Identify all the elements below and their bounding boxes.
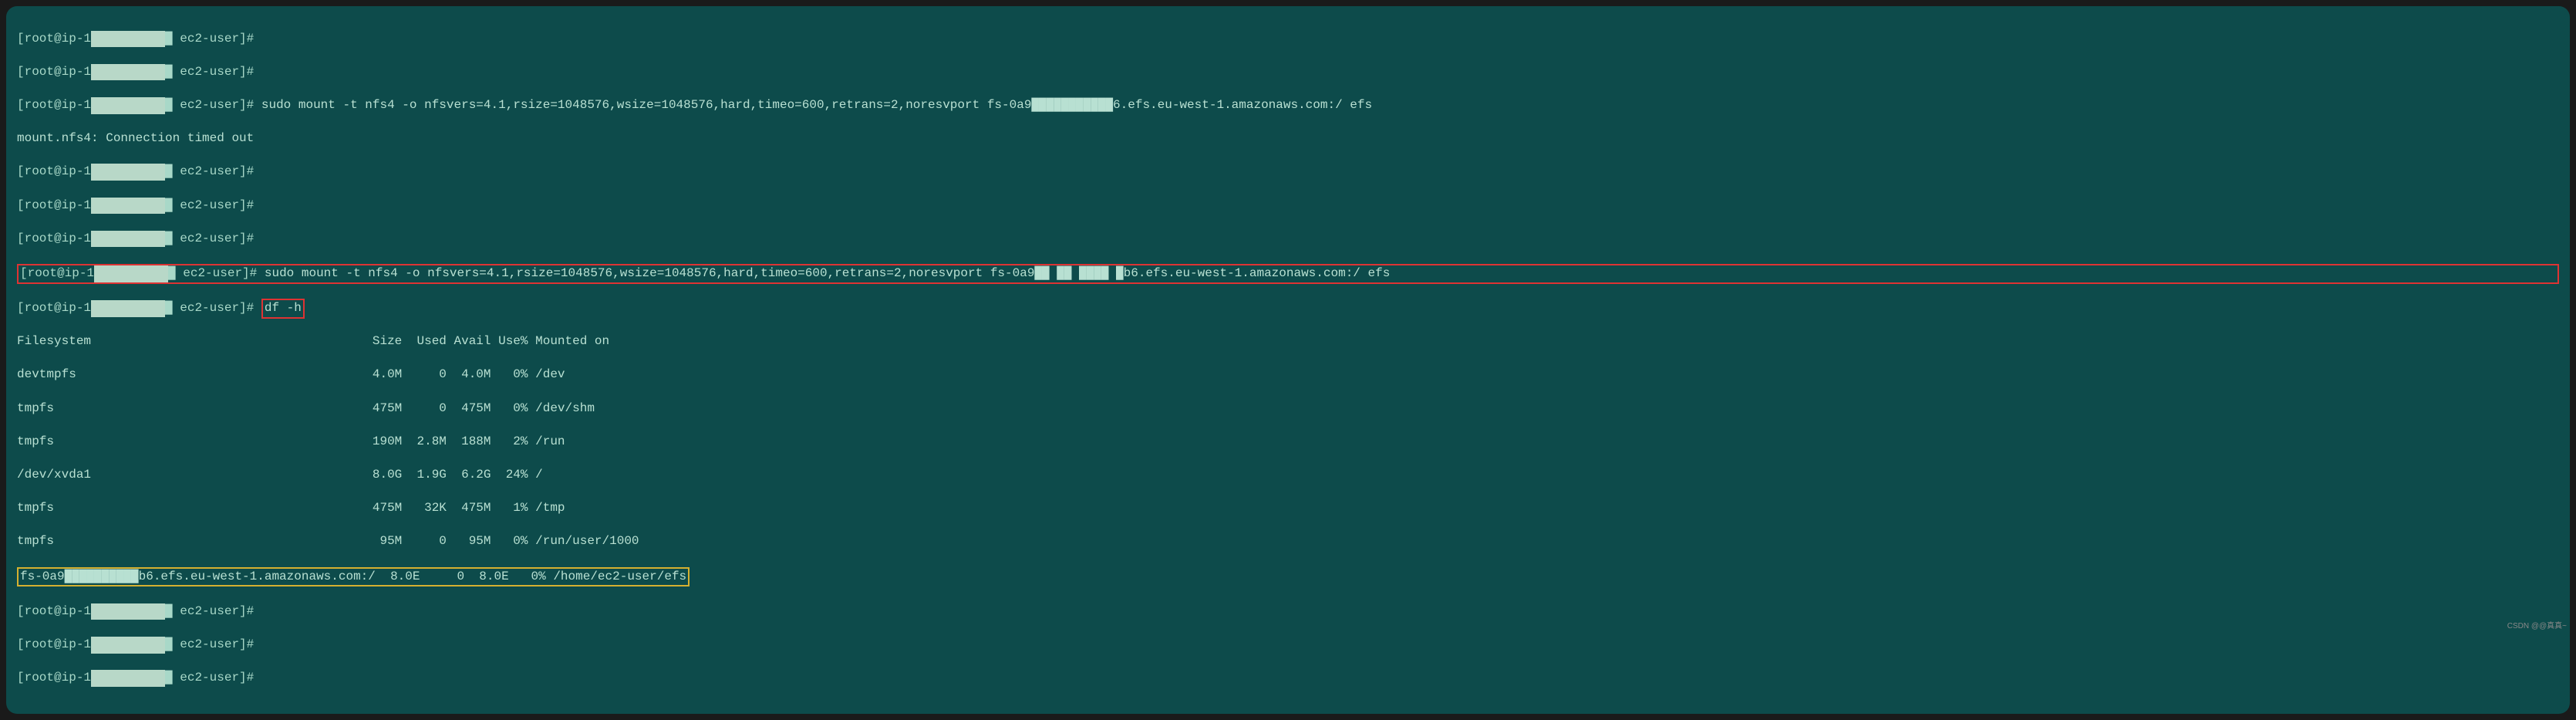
redacted-ip: xx xx x xx: [94, 265, 168, 282]
terminal-output[interactable]: [root@ip-1xx xx x xx█ ec2-user]# [root@i…: [6, 6, 2570, 714]
redacted-ip: xx xx x xx: [91, 603, 165, 620]
watermark-text: CSDN @@真真~: [2507, 621, 2567, 632]
df-row: /dev/xvda1 8.0G 1.9G 6.2G 24% /: [17, 467, 2559, 484]
prompt-line: [root@ip-1xx xx x xx█ ec2-user]#: [17, 64, 2559, 81]
mount-command-1: sudo mount -t nfs4 -o nfsvers=4.1,rsize=…: [261, 98, 1372, 112]
mount-command-2: sudo mount -t nfs4 -o nfsvers=4.1,rsize=…: [265, 266, 1390, 280]
df-row: tmpfs 190M 2.8M 188M 2% /run: [17, 434, 2559, 451]
prompt-line: [root@ip-1xx xx x xx█ ec2-user]#: [17, 198, 2559, 215]
redacted-ip: xx xx x xx: [91, 637, 165, 654]
redacted-ip: xx xx x xx: [91, 231, 165, 248]
redacted-ip: xx xx x xx: [91, 300, 165, 317]
prompt-line: [root@ip-1xx xx x xx█ ec2-user]#: [17, 637, 2559, 654]
shell-prompt: [root@ip-1: [17, 32, 91, 46]
redacted-ip: xx xx x xx: [91, 31, 165, 48]
prompt-line-df: [root@ip-1xx xx x xx█ ec2-user]# df -h: [17, 300, 2559, 317]
prompt-line: [root@ip-1xx xx x xx█ ec2-user]#: [17, 670, 2559, 687]
redacted-ip: xx xx x xx: [91, 670, 165, 687]
redacted-ip: xx xx x xx: [91, 198, 165, 215]
df-header: Filesystem Size Used Avail Use% Mounted …: [17, 333, 2559, 350]
error-output: mount.nfs4: Connection timed out: [17, 130, 2559, 147]
highlighted-mount-command: [root@ip-1xx xx x xx█ ec2-user]# sudo mo…: [17, 264, 2559, 284]
df-row: tmpfs 475M 32K 475M 1% /tmp: [17, 500, 2559, 517]
prompt-line: [root@ip-1xx xx x xx█ ec2-user]#: [17, 603, 2559, 620]
df-command-highlight: df -h: [261, 299, 305, 319]
redacted-ip: xx xx x xx: [91, 164, 165, 181]
df-row: tmpfs 95M 0 95M 0% /run/user/1000: [17, 533, 2559, 550]
prompt-line: [root@ip-1xx xx x xx█ ec2-user]# sudo mo…: [17, 97, 2559, 114]
redacted-ip: xx xx x xx: [91, 64, 165, 81]
highlighted-efs-mount-row: fs-0a9██████████b6.efs.eu-west-1.amazona…: [17, 567, 690, 587]
redacted-ip: xx xx x xx: [91, 97, 165, 114]
df-row: tmpfs 475M 0 475M 0% /dev/shm: [17, 401, 2559, 417]
prompt-line: [root@ip-1xx xx x xx█ ec2-user]#: [17, 164, 2559, 181]
prompt-line: [root@ip-1xx xx x xx█ ec2-user]#: [17, 31, 2559, 48]
prompt-line: [root@ip-1xx xx x xx█ ec2-user]#: [17, 231, 2559, 248]
df-row: devtmpfs 4.0M 0 4.0M 0% /dev: [17, 367, 2559, 384]
